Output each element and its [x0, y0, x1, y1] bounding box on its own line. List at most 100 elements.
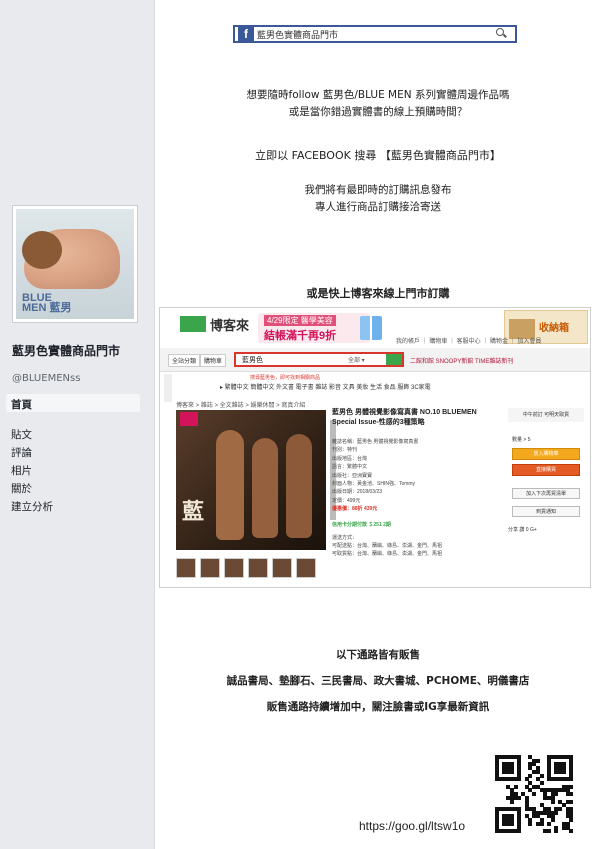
intro-line-1: 想要隨時follow 藍男色/BLUE MEN 系列實體周邊作品嗎 [246, 89, 510, 101]
qr-module [532, 792, 537, 797]
retail-title: 以下通路皆有販售 [336, 649, 420, 661]
facebook-search-bar[interactable]: f 藍男色實體商品門市 [233, 25, 517, 43]
qr-module [569, 784, 574, 789]
qr-module [517, 795, 522, 800]
model-figure [252, 438, 278, 538]
sidebar-item-reviews[interactable]: 評論 [6, 442, 140, 460]
qr-module [561, 769, 566, 774]
info-line-1: 我們將有最即時的訂購訊息發布 [304, 184, 452, 196]
info-line-2: 專人進行商品訂購接洽寄送 [315, 201, 441, 213]
qr-module [509, 799, 514, 804]
promo-banner[interactable]: 4/29限定 醫學美容 結帳滿千再9折 [258, 313, 370, 343]
page-title: 藍男色實體商品門市 [12, 344, 121, 358]
qr-module [569, 799, 574, 804]
bookstore-search-value[interactable]: 藍男色 [242, 355, 263, 365]
qr-module [569, 792, 574, 797]
cover-calligraphy: 藍 [182, 499, 205, 525]
qr-module [539, 781, 544, 785]
intro-text: 想要隨時follow 藍男色/BLUE MEN 系列實體周邊作品嗎 或是當你錯過… [156, 87, 600, 121]
installment-info[interactable]: 信用卡分期付款 ＄251 2期 [332, 521, 391, 528]
intro-line-2: 或是當你錯過實體書的線上預購時間？ [288, 106, 468, 118]
product-thumbnail[interactable] [200, 558, 220, 578]
buy-now-button[interactable]: 直接購買 [512, 464, 580, 476]
qr-module [528, 773, 533, 778]
qr-module [547, 821, 551, 826]
page-handle[interactable]: @BLUEMENss [12, 373, 80, 384]
shipping-line: 運送方式： [332, 535, 358, 541]
qr-code[interactable] [495, 755, 574, 834]
shipping-line: 可配送點：台灣、蘭嶼、綠島、澎湖、金門、馬祖 [332, 543, 443, 549]
meta-line: 出版社：亞洲寶寶 [332, 472, 373, 479]
bookstore-search-bar: 全站分類 購物車 藍男色 全部 ▾ 二館和館 SNOOPY新館 TIME雜誌新刊 [160, 348, 590, 372]
qr-module [513, 784, 518, 789]
featured-links[interactable]: 二館和館 SNOOPY新館 TIME雜誌新刊 [410, 356, 513, 365]
category-nav[interactable]: ▸ 繁體中文 簡體中文 外文書 電子書 雜誌 影音 文具 美妝 生活 食品 服飾… [220, 382, 431, 391]
shipping-line: 可取貨點：台灣、蘭嶼、綠島、澎湖、金門、馬祖 [332, 551, 443, 557]
facebook-cta: 立即以 FACEBOOK 搜尋 【藍男色實體商品門市】 [255, 149, 501, 162]
cosmetic-bottles-image [360, 316, 382, 340]
product-thumbnails [176, 554, 336, 582]
qr-module [558, 807, 563, 811]
retail-note: 販售通路持續增加中，關注臉書或IG享最新資訊 [266, 701, 490, 713]
qr-module [550, 799, 555, 804]
notify-button[interactable]: 到貨通知 [512, 506, 580, 517]
side-tab[interactable] [164, 374, 172, 402]
tab-all-categories[interactable]: 全站分類 [168, 354, 201, 367]
sidebar-item-insights[interactable]: 建立分析 [6, 496, 140, 514]
quantity-select[interactable]: 數量 > 5 [512, 436, 530, 443]
account-links[interactable]: 我的帳戶 ｜ 購物車 ｜ 客服中心 ｜ 購物金 ｜ 加入會員 [396, 336, 541, 345]
search-input[interactable]: 藍男色實體商品門市 [257, 28, 495, 41]
qr-module [539, 773, 544, 778]
facebook-logo-icon: f [238, 27, 254, 41]
search-icon[interactable] [495, 28, 507, 40]
qr-module [569, 777, 574, 782]
short-url-link[interactable]: https://goo.gl/ltsw1o [359, 819, 465, 833]
bookstore-search-button[interactable] [386, 354, 402, 365]
breadcrumb[interactable]: 博客來 > 雜誌 > 全文雜誌 > 娛樂休閒 > 寫真介紹 [176, 400, 305, 409]
qr-module [554, 792, 559, 797]
qr-module [517, 829, 522, 834]
product-thumbnail[interactable] [296, 558, 316, 578]
sidebar-item-home[interactable]: 首頁 [6, 394, 140, 412]
bookstore-header: 博客來 4/29限定 醫學美容 結帳滿千再9折 收納箱 我的帳戶 ｜ 購物車 ｜… [160, 308, 590, 346]
qr-module [509, 769, 514, 774]
bookstore-logo[interactable]: 博客來 [210, 315, 249, 334]
product-price: 優惠價：88折 439元 [332, 506, 378, 513]
product-thumbnail[interactable] [272, 558, 292, 578]
sidebar-item-posts[interactable]: 貼文 [6, 424, 140, 442]
profile-hair-shape [22, 231, 62, 269]
sidebar-item-photos[interactable]: 相片 [6, 460, 140, 478]
qr-module [535, 758, 540, 763]
thumbnail-prev-arrow[interactable] [176, 558, 196, 578]
meta-line: 雜誌名稱：藍男色 男體視覺影像寫真書 [332, 439, 419, 445]
retail-stores: 誠品書局、墊腳石、三民書局、政大書城、PCHOME、明儀書店 [226, 675, 530, 687]
sidebar-nav: 首頁 貼文 評論 相片 關於 建立分析 [6, 394, 140, 514]
purchase-box: 中午前訂 可明天取貨 數量 > 5 放入購物車 直接購買 加入下次再買清單 到貨… [508, 408, 584, 553]
product-meta: 雜誌名稱：藍男色 男體視覺影像寫真書 刊別：特刊 出版地區：台灣 語言：繁體中文… [332, 438, 418, 514]
meta-line: 刊別：特刊 [332, 447, 358, 454]
tab-cart[interactable]: 購物車 [200, 354, 227, 367]
qr-module [569, 818, 574, 823]
meta-line: 語言：繁體中文 [332, 464, 368, 471]
facebook-page-sidebar: BLUE MEN 藍男 藍男色實體商品門市 @BLUEMENss 首頁 貼文 評… [0, 0, 155, 849]
qr-module [539, 821, 544, 826]
share-row[interactable]: 分享 讚 0 G+ [508, 526, 537, 533]
page-profile-photo[interactable]: BLUE MEN 藍男 [12, 205, 138, 323]
qr-module [528, 821, 533, 826]
delivery-promo: 中午前訂 可明天取貨 [508, 408, 584, 422]
bookstore-heading: 或是快上博客來線上門市訂購 [306, 287, 450, 300]
product-thumbnail[interactable] [248, 558, 268, 578]
info-text: 我們將有最即時的訂購訊息發布 專人進行商品訂購接洽寄送 [156, 182, 600, 216]
add-to-cart-button[interactable]: 放入購物車 [512, 448, 580, 460]
sidebar-item-about[interactable]: 關於 [6, 478, 140, 496]
bookstore-search-input[interactable]: 藍男色 全部 ▾ [234, 352, 404, 367]
wishlist-button[interactable]: 加入下次再買清單 [512, 488, 580, 499]
product-cover-image[interactable]: 藍 [176, 410, 326, 550]
qr-module [517, 777, 522, 782]
meta-line: 出版日期：2018/03/23 [332, 489, 383, 496]
new-badge [180, 412, 198, 426]
product-thumbnail[interactable] [224, 558, 244, 578]
bookstore-screenshot: 博客來 4/29限定 醫學美容 結帳滿千再9折 收納箱 我的帳戶 ｜ 購物車 ｜… [159, 307, 591, 588]
promo-banner-main: 結帳滿千再9折 [264, 330, 337, 342]
search-category-dropdown[interactable]: 全部 ▾ [348, 355, 365, 364]
